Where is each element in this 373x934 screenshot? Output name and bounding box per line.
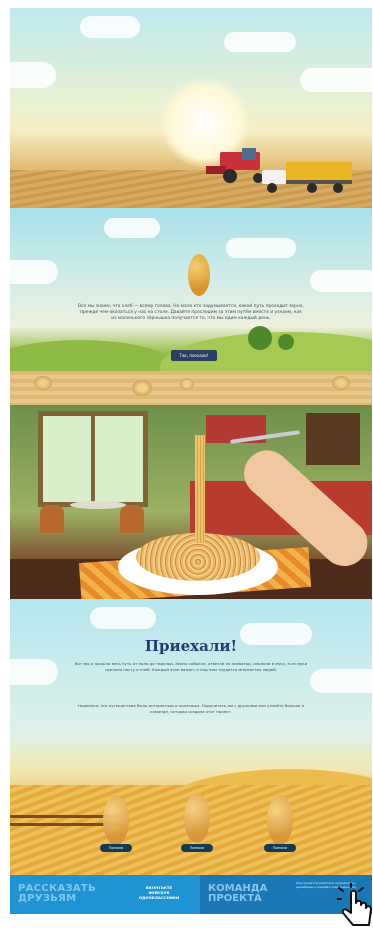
team-title-line: ПРОЕКТА [208, 893, 262, 904]
start-journey-button[interactable]: Так, поехали! [171, 350, 217, 361]
intro-text: Все мы знаем, что хлеб — всему голова. Н… [78, 304, 304, 322]
cloud [90, 607, 156, 629]
wheat-grain [188, 254, 210, 296]
hay-bale [332, 376, 350, 390]
arrival-title: Приехали! [144, 637, 238, 655]
grain-label[interactable]: Поехали [181, 844, 213, 852]
cloud [104, 218, 160, 238]
grain-figure [103, 795, 129, 845]
cloud [226, 238, 296, 258]
grain-truck [262, 162, 352, 193]
intro-section: Все мы знаем, что хлеб — всему голова. Н… [10, 208, 372, 405]
share-links: ВКОНТАКТЕ ФЕЙСБУК ОДНОКЛАССНИКИ [126, 885, 192, 901]
share-link-odnoklassniki[interactable]: ОДНОКЛАССНИКИ [126, 895, 192, 900]
grain-label[interactable]: Поехали [264, 844, 296, 852]
cloud [80, 16, 140, 38]
hay-bale [132, 380, 152, 396]
cloud [10, 659, 58, 685]
hay-bale [180, 378, 194, 390]
grain-label[interactable]: Поехали [100, 844, 132, 852]
footer: РАССКАЗАТЬ ДРУЗЬЯМ ВКОНТАКТЕ ФЕЙСБУК ОДН… [10, 875, 372, 914]
chair [120, 505, 144, 533]
team-title: КОМАНДА ПРОЕКТА [208, 884, 267, 904]
hay-bale [34, 376, 52, 390]
share-title: РАССКАЗАТЬ ДРУЗЬЯМ [18, 884, 96, 904]
cafe-window [38, 411, 148, 507]
tree [278, 334, 294, 350]
grain-figure [267, 795, 293, 845]
cloud [10, 62, 56, 88]
harvest-scene [10, 8, 372, 208]
wall-cabinet [306, 413, 360, 465]
grain-figure [184, 793, 210, 843]
twirled-noodles [195, 435, 205, 543]
cloud [310, 270, 372, 292]
arrival-paragraph: Вот мы и прошли весь путь от поля до тар… [74, 661, 308, 672]
cloud [10, 260, 58, 284]
cloud [224, 32, 296, 52]
chair [40, 505, 64, 533]
landing-page: Все мы знаем, что хлеб — всему голова. Н… [10, 8, 372, 914]
arrival-paragraph: Надеемся, это путешествие было интересны… [77, 703, 305, 714]
cafe-scene [10, 405, 372, 599]
share-title-line: ДРУЗЬЯМ [18, 893, 77, 904]
arrival-section: Приехали! Вот мы и прошли весь путь от п… [10, 599, 372, 875]
cloud [300, 68, 372, 92]
tree [248, 326, 272, 350]
cloud [310, 669, 372, 693]
cafe-table [70, 501, 126, 509]
hand-pointer-icon [337, 883, 372, 926]
